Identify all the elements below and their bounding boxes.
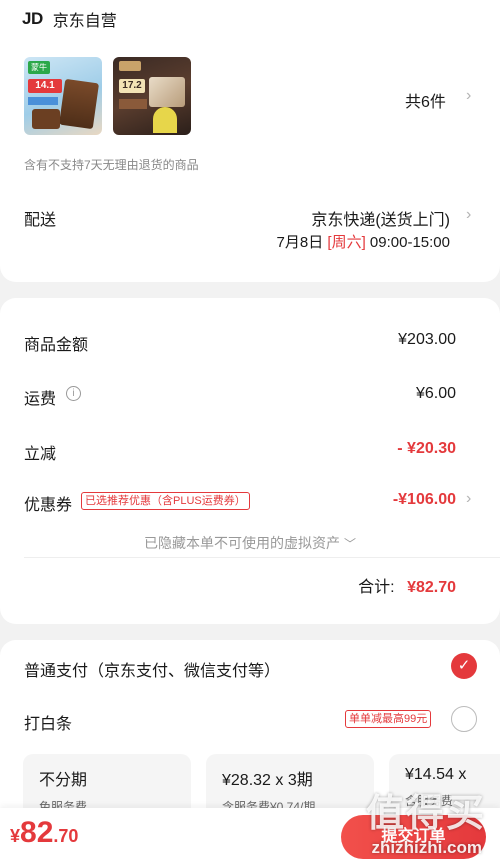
delivery-date: 7月8日: [276, 234, 324, 251]
jd-logo: JD: [22, 9, 43, 28]
baitiao-promo-tag: 单单减最高99元: [345, 710, 432, 728]
delivery-weekday: [周六]: [327, 234, 366, 251]
normal-payment-label[interactable]: 普通支付（京东支付、微信支付等）: [24, 657, 280, 681]
baitiao-label[interactable]: 打白条: [24, 710, 72, 734]
watermark-url: zhizhizhi.com: [371, 838, 483, 857]
coupon-tag: 已选推荐优惠（含PLUS运费券）: [81, 492, 250, 510]
thumb2-price: 17.2: [119, 79, 145, 93]
product-thumbnail-1[interactable]: 蒙牛 14.1: [24, 57, 102, 135]
goods-amount-value: ¥203.00: [398, 331, 456, 348]
watermark-logo: 值得买: [365, 793, 486, 835]
product-thumbnail-2[interactable]: 17.2: [113, 57, 191, 135]
total-value: ¥82.70: [407, 579, 456, 596]
divider: [24, 557, 500, 558]
delivery-time[interactable]: 7月8日 [周六] 09:00-15:00: [277, 231, 450, 252]
store-header: JD 京东自营: [22, 8, 117, 30]
discount-label: 立减: [24, 446, 57, 463]
delivery-method[interactable]: 京东快递(送货上门): [311, 206, 450, 230]
store-name: 京东自营: [52, 13, 117, 30]
thumb1-price: 14.1: [28, 79, 62, 93]
coupon-value[interactable]: -¥106.00: [393, 491, 456, 509]
info-icon[interactable]: i: [66, 386, 81, 401]
product-count[interactable]: 共6件: [405, 88, 446, 112]
chevron-right-icon[interactable]: ›: [466, 206, 471, 224]
delivery-label: 配送: [24, 212, 57, 229]
goods-amount-label: 商品金额: [24, 337, 89, 354]
radio-unchecked-icon[interactable]: [451, 706, 477, 732]
delivery-window: 09:00-15:00: [369, 234, 450, 251]
hidden-assets-note[interactable]: 已隐藏本单不可使用的虚拟资产 ﹀: [0, 533, 500, 553]
total-label: 合计:: [358, 579, 395, 596]
shipping-label: 运费: [24, 391, 57, 408]
chevron-right-icon[interactable]: ›: [466, 87, 471, 105]
checked-icon[interactable]: ✓: [451, 653, 477, 679]
chevron-down-icon: ﹀: [343, 537, 356, 551]
return-policy-notice: 含有不支持7天无理由退货的商品: [24, 158, 199, 172]
discount-value: - ¥20.30: [397, 440, 456, 457]
hidden-assets-text: 已隐藏本单不可使用的虚拟资产: [144, 535, 341, 551]
footer-price: ¥82.70: [10, 816, 79, 849]
chevron-right-icon[interactable]: ›: [466, 490, 471, 508]
shipping-value: ¥6.00: [415, 385, 456, 402]
coupon-label: 优惠券: [24, 497, 73, 514]
watermark: 值得买 zhizhizhi.com: [340, 780, 500, 865]
total-row: 合计: ¥82.70: [358, 573, 456, 597]
